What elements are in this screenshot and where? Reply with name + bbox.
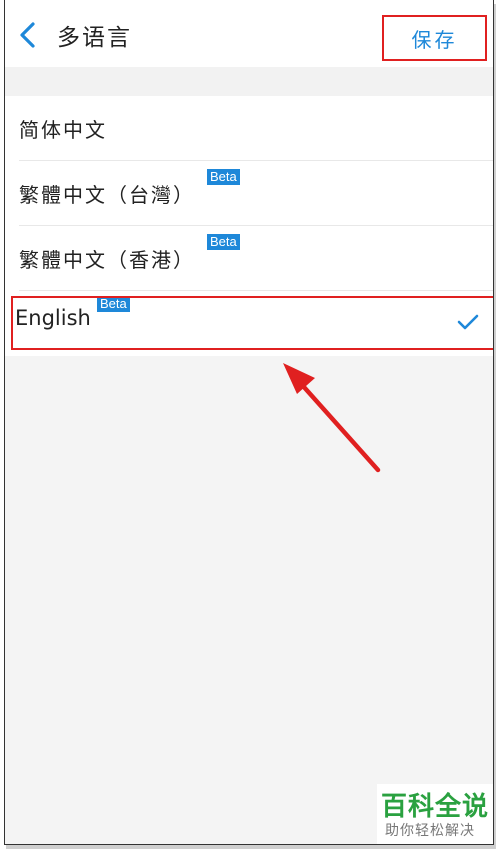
language-label: 繁體中文（香港） bbox=[19, 248, 195, 272]
save-button[interactable]: 保存 bbox=[382, 15, 487, 61]
navigation-bar: 多语言 保存 bbox=[5, 0, 493, 67]
language-option-traditional-chinese-taiwan[interactable]: 繁體中文（台灣） Beta bbox=[5, 161, 493, 226]
section-spacer bbox=[5, 67, 493, 96]
watermark-title: 百科全说 bbox=[381, 792, 490, 822]
language-option-simplified-chinese[interactable]: 简体中文 bbox=[5, 96, 493, 161]
language-label: 繁體中文（台灣） bbox=[19, 183, 195, 207]
beta-badge: Beta bbox=[207, 234, 240, 250]
save-button-label: 保存 bbox=[411, 28, 458, 52]
chevron-left-icon[interactable] bbox=[15, 20, 41, 50]
highlight-box bbox=[11, 296, 493, 350]
beta-badge: Beta bbox=[207, 169, 240, 185]
language-option-traditional-chinese-hongkong[interactable]: 繁體中文（香港） Beta bbox=[5, 226, 493, 291]
page-title: 多语言 bbox=[57, 25, 132, 51]
phone-screen: 多语言 保存 简体中文 繁體中文（台灣） Beta 繁體中文（香港） Beta … bbox=[4, 0, 494, 845]
red-arrow-icon bbox=[283, 363, 381, 473]
watermark-subtitle: 助你轻松解决 bbox=[385, 823, 475, 839]
watermark: 百科全说 助你轻松解决 bbox=[377, 784, 493, 844]
language-label: 简体中文 bbox=[19, 118, 107, 142]
